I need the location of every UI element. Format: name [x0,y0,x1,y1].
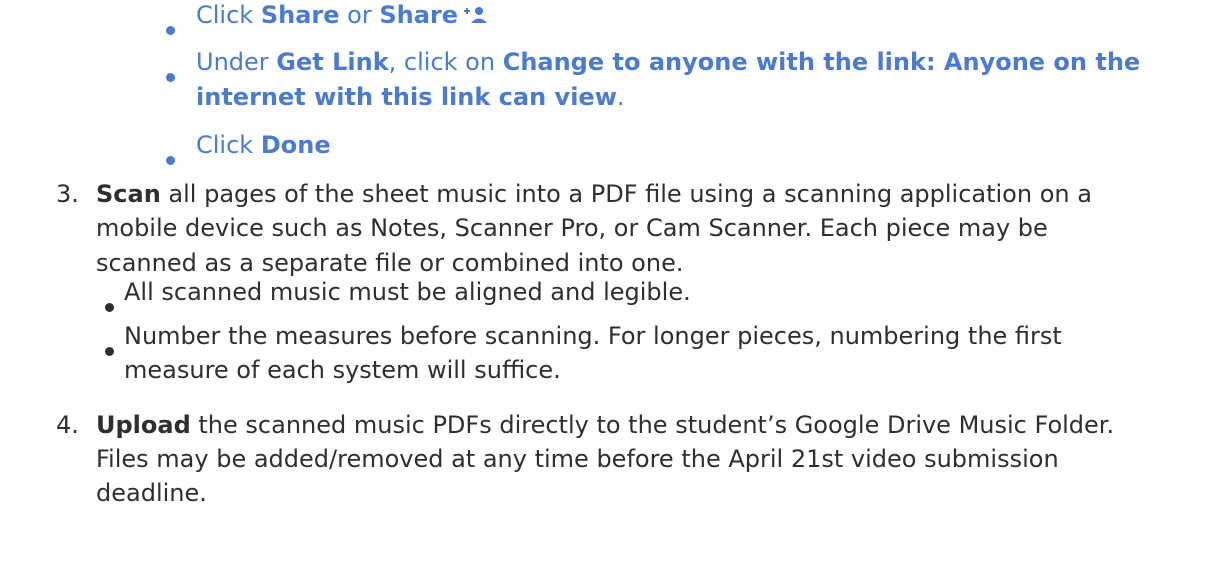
step3-scan-label: Scan [96,180,161,208]
share-instruction: Click Share or Share [196,0,488,34]
bullet-share [166,26,175,35]
step3-line1-rest: all pages of the sheet music into a PDF … [160,180,1092,208]
change-access-label-1: Change to anyone with the link: Anyone o… [502,48,1141,76]
get-link-instruction-line1: Under Get Link, click on Change to anyon… [196,45,1140,79]
step4-line3: deadline. [96,479,207,507]
bullet-get-link [166,73,175,82]
share-or: or [339,1,380,29]
bullet-done [166,156,175,165]
get-link-middle: , click on [388,48,503,76]
person-add-icon [462,0,488,34]
get-link-label: Get Link [276,48,389,76]
step4-line2: Files may be added/removed at any time b… [96,445,1059,473]
step4-upload-label: Upload [96,411,191,439]
done-instruction: Click Done [196,128,331,162]
bullet-step3-number-measures [105,347,114,356]
get-link-instruction-line2: internet with this link can view. [196,80,625,114]
get-link-prefix: Under [196,48,277,76]
done-label: Done [260,131,331,159]
step4-line1: Upload the scanned music PDFs directly t… [96,408,1114,442]
step4-line1-rest: the scanned music PDFs directly to the s… [190,411,1115,439]
step3-bullet-aligned: All scanned music must be aligned and le… [124,278,691,306]
step3-number: 3. [56,180,79,208]
share-label: Share [260,1,340,29]
instructions-document: Click Share or Share Under Get Link, cli… [0,0,1212,587]
step3-bullet-number-line2: measure of each system will suffice. [124,356,561,384]
done-prefix: Click [196,131,261,159]
bullet-step3-aligned [105,303,114,312]
share-label-2: Share [379,1,459,29]
get-link-end: . [616,83,625,111]
step4-number: 4. [56,411,79,439]
change-access-label-2: internet with this link can view [196,83,617,111]
step3-bullet-number-line1: Number the measures before scanning. For… [124,322,1062,350]
step3-line1: Scan all pages of the sheet music into a… [96,177,1092,211]
step3-line2: mobile device such as Notes, Scanner Pro… [96,214,1048,242]
share-prefix: Click [196,1,261,29]
